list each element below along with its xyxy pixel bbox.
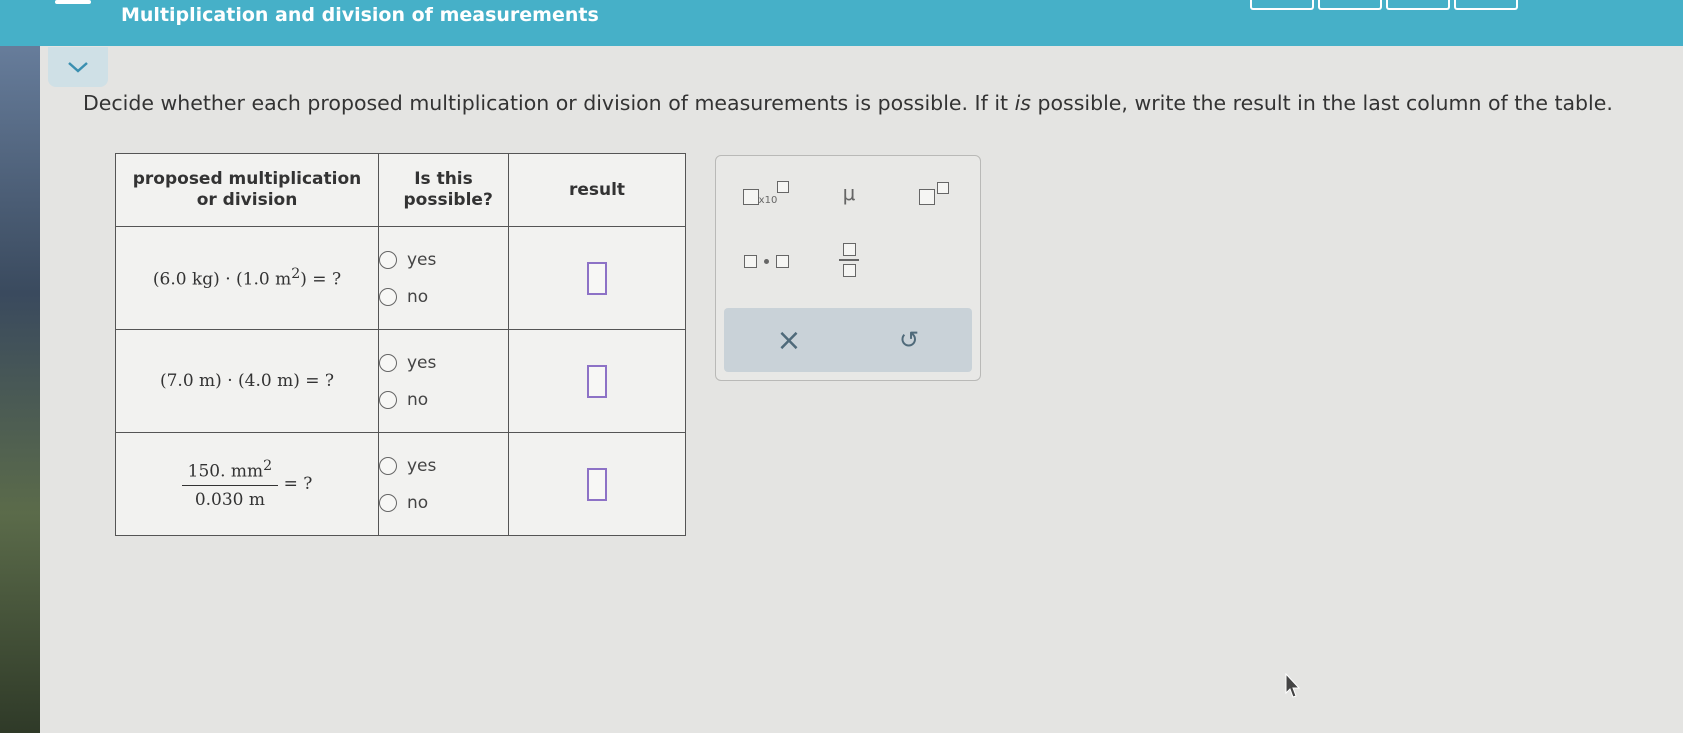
fraction-numerator: 150. mm2 [181,457,279,487]
placeholder-box [777,181,790,193]
result-cell [508,432,686,536]
expr-tail: = ? [305,371,335,391]
header-possible: Is this possible? [378,153,509,227]
table-row: (7.0 m) · (4.0 m) = ? yes no [115,329,686,433]
header-proposed: proposed multiplication or division [115,153,379,227]
table-row: 150. mm2 0.030 m = ? yes no [115,432,686,536]
header-result: result [508,153,686,227]
mu-symbol: μ [842,181,856,205]
progress-segment [1454,0,1518,10]
expr-factor: (7.0 m) [159,371,222,391]
radio-label: yes [407,455,437,476]
numerator-text: 150. mm [187,461,264,482]
placeholder-box [775,254,789,268]
placeholder-box [842,264,856,277]
expr-tail: = ? [312,269,342,290]
left-edge-background [0,0,40,733]
x10-label: x10 [758,194,778,206]
progress-segment [1386,0,1450,10]
undo-icon[interactable]: ↺ [889,320,929,360]
placeholder-box [919,189,935,205]
radio-option-no[interactable]: no [379,278,508,315]
placeholder-box [937,182,949,194]
palette-action-bar: × ↺ [724,308,972,372]
result-input[interactable] [587,364,607,398]
progress-segment [1250,0,1314,10]
header-possible-label: Is this possible? [403,169,493,210]
radio-button[interactable] [379,456,397,475]
chevron-down-icon [68,62,88,73]
radio-button[interactable] [379,390,397,409]
instruction-part: Decide whether each proposed multiplicat… [83,91,1015,115]
radio-button[interactable] [379,493,397,512]
progress-segment [1318,0,1382,10]
result-input[interactable] [587,467,607,501]
expr-tail: = ? [283,473,313,494]
radio-button[interactable] [379,287,397,306]
progress-segments [1250,0,1518,10]
collapse-button[interactable] [48,47,108,87]
expr-factor: (1.0 m [236,269,292,290]
placeholder-box [742,189,759,205]
instruction-part: possible, write the result in the last c… [1030,91,1613,115]
radio-option-no[interactable]: no [379,381,508,418]
dot-glyph [763,258,769,264]
header-proposed-label: proposed multiplication or division [132,169,362,210]
fraction-icon[interactable] [834,238,864,282]
radio-label: no [407,492,429,513]
expression-cell: (7.0 m) · (4.0 m) = ? [115,329,379,433]
expression-cell: 150. mm2 0.030 m = ? [115,432,379,536]
mouse-cursor-icon [1285,673,1301,698]
expression-cell: (6.0 kg) · (1.0 m2) = ? [115,226,379,330]
instruction-emphasis: is [1014,91,1031,115]
page-title: Multiplication and division of measureme… [121,4,599,26]
placeholder-box [743,254,757,268]
mu-button[interactable]: μ [834,178,864,208]
superscript-icon[interactable] [914,178,954,208]
expr-fraction: 150. mm2 0.030 m [181,457,279,511]
radio-option-yes[interactable]: yes [379,241,508,278]
radio-label: yes [407,352,437,373]
expr-factor: (6.0 kg) [152,269,220,290]
placeholder-box [842,243,856,256]
radio-button[interactable] [379,250,397,269]
instruction-text: Decide whether each proposed multiplicat… [83,91,1613,115]
result-cell [508,226,686,330]
fraction-denominator: 0.030 m [194,490,266,511]
undo-glyph: ↺ [898,326,920,354]
expr-factor: (4.0 m) [238,371,300,391]
radio-label: yes [407,249,437,270]
math-palette: x10 μ × ↺ [715,155,981,381]
expr-dot: · [227,371,233,391]
radio-option-yes[interactable]: yes [379,344,508,381]
result-cell [508,329,686,433]
radio-option-yes[interactable]: yes [379,447,508,484]
radio-button[interactable] [379,353,397,372]
sci-notation-icon[interactable]: x10 [736,178,796,208]
measurements-table: proposed multiplication or division Is t… [115,153,686,536]
multiply-dot-icon[interactable] [736,246,796,276]
radio-label: no [407,389,429,410]
result-input[interactable] [587,261,607,295]
clear-icon[interactable]: × [769,320,809,360]
radio-label: no [407,286,429,307]
radio-option-no[interactable]: no [379,484,508,521]
expr-paren: ) [300,269,307,290]
possible-cell: yes no [378,329,509,433]
clear-glyph: × [776,322,802,358]
expr-exponent: 2 [263,457,273,474]
fraction-bar [839,259,859,261]
possible-cell: yes no [378,432,509,536]
expr-exponent: 2 [291,266,301,283]
table-row: (6.0 kg) · (1.0 m2) = ? yes no [115,226,686,330]
possible-cell: yes no [378,226,509,330]
menu-icon[interactable] [55,0,91,4]
header-bar: Multiplication and division of measureme… [0,0,1683,46]
expr-dot: · [225,269,231,290]
